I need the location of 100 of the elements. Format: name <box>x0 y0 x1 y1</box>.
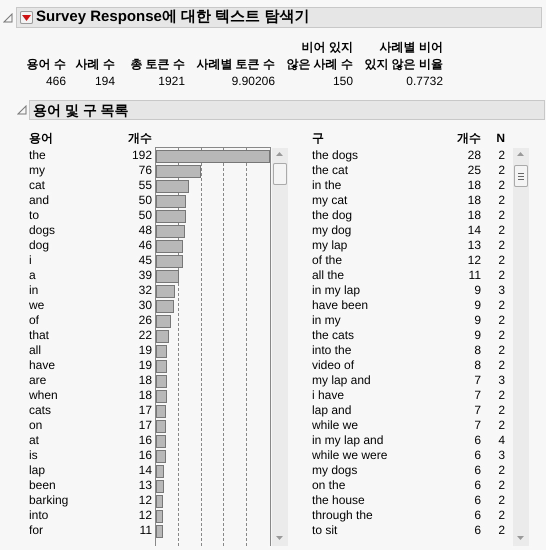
count-cell-text: 6 <box>473 463 481 478</box>
n-cell-text: 2 <box>497 148 505 163</box>
column-header: N <box>495 131 505 146</box>
options-menu-button[interactable] <box>20 11 33 24</box>
phrase-cell: the dog <box>312 208 352 223</box>
disclosure-triangle-icon[interactable] <box>3 12 13 22</box>
scroll-down-icon[interactable] <box>276 536 283 540</box>
count-bar <box>156 510 163 523</box>
phrase-cell: my lap and <box>312 373 371 388</box>
phrase-cell: the dogs <box>312 148 358 163</box>
caret-icon <box>22 14 31 20</box>
scroll-up-icon[interactable] <box>276 152 283 156</box>
phrase-cell: the cats <box>312 328 354 343</box>
term-cell: a <box>29 268 36 283</box>
n-cell-text: 2 <box>497 358 505 373</box>
scroll-thumb[interactable] <box>514 165 528 187</box>
count-bar <box>156 420 166 433</box>
count-bar <box>156 375 167 388</box>
phrase-cell: of the <box>312 253 342 268</box>
count-cell-text: 19 <box>138 343 152 358</box>
phrase-cell: in my lap and <box>312 433 384 448</box>
term-cell: and <box>29 193 50 208</box>
term-cell: i <box>29 253 32 268</box>
term-cell: barking <box>29 493 68 508</box>
scroll-down-icon[interactable] <box>517 536 524 540</box>
count-bar <box>156 285 175 298</box>
n-cell-text: 2 <box>497 343 505 358</box>
count-bar <box>156 360 167 373</box>
n-cell-text: 2 <box>497 523 505 538</box>
n-cell-text: 2 <box>497 178 505 193</box>
phrase-cell: have been <box>312 298 368 313</box>
column-header: 구 <box>312 131 324 146</box>
count-cell-text: 9 <box>473 328 481 343</box>
scroll-thumb[interactable] <box>273 163 287 185</box>
column-header: 있지 않은 비율 <box>364 56 443 73</box>
count-cell-text: 30 <box>138 298 152 313</box>
count-cell-text: 39 <box>138 268 152 283</box>
count-cell-text: 18 <box>466 178 481 193</box>
column-header: 개수 <box>456 131 481 146</box>
column-header: 사례별 비어 <box>380 39 443 56</box>
count-cell-text: 17 <box>138 403 152 418</box>
n-cell-text: 2 <box>497 223 505 238</box>
count-cell-text: 12 <box>466 253 481 268</box>
term-cell: at <box>29 433 40 448</box>
n-cell-text: 2 <box>497 403 505 418</box>
scroll-up-icon[interactable] <box>517 152 524 156</box>
summary-value: 1921 <box>158 73 185 89</box>
count-bar <box>156 480 164 493</box>
count-cell-text: 17 <box>138 418 152 433</box>
count-cell-text: 32 <box>138 283 152 298</box>
term-cell: of <box>29 313 40 328</box>
phrase-cell: in the <box>312 178 342 193</box>
column-header: 사례별 토큰 수 <box>196 56 275 73</box>
count-cell-text: 9 <box>473 298 481 313</box>
count-cell-text: 18 <box>138 388 152 403</box>
phrase-cell: while we <box>312 418 358 433</box>
count-bar <box>156 330 169 343</box>
term-cell: dog <box>29 238 50 253</box>
term-cell: in <box>29 283 38 298</box>
n-cell-text: 2 <box>497 268 505 283</box>
vertical-scrollbar[interactable] <box>513 148 529 546</box>
summary-value: 194 <box>94 73 115 89</box>
n-cell-text: 2 <box>497 193 505 208</box>
count-bar <box>156 465 164 478</box>
count-bar <box>156 195 186 208</box>
phrase-cell: in my <box>312 313 341 328</box>
column-header: 비어 있지 <box>302 39 353 56</box>
n-cell-text: 2 <box>497 253 505 268</box>
count-bar <box>156 270 179 283</box>
n-cell-text: 3 <box>497 283 505 298</box>
count-bar <box>156 180 189 193</box>
count-cell-text: 8 <box>473 358 481 373</box>
term-cell: when <box>29 388 58 403</box>
n-cell-text: 2 <box>497 313 505 328</box>
disclosure-triangle-icon[interactable] <box>17 105 27 115</box>
count-bar <box>156 525 163 538</box>
count-bar <box>156 450 166 463</box>
term-cell: to <box>29 208 40 223</box>
count-cell-text: 45 <box>138 253 152 268</box>
vertical-scrollbar[interactable] <box>272 148 288 546</box>
column-header: 개수 <box>127 131 152 146</box>
term-cell: all <box>29 343 42 358</box>
count-cell-text: 13 <box>138 478 152 493</box>
n-cell-text: 2 <box>497 478 505 493</box>
section-title: 용어 및 구 목록 <box>33 100 129 120</box>
count-bar <box>156 240 183 253</box>
count-cell-text: 28 <box>466 148 481 163</box>
count-cell-text: 14 <box>466 223 481 238</box>
count-bar <box>156 495 163 508</box>
summary-value: 466 <box>46 73 66 89</box>
term-cell: are <box>29 373 46 388</box>
column-header: 총 토큰 수 <box>130 56 185 73</box>
term-cell: lap <box>29 463 46 478</box>
count-cell-text: 18 <box>466 208 481 223</box>
count-bar <box>156 255 183 268</box>
phrase-cell: in my lap <box>312 283 360 298</box>
count-cell-text: 7 <box>473 418 481 433</box>
n-cell-text: 3 <box>497 373 505 388</box>
count-cell-text: 16 <box>138 448 152 463</box>
term-cell: for <box>29 523 44 538</box>
